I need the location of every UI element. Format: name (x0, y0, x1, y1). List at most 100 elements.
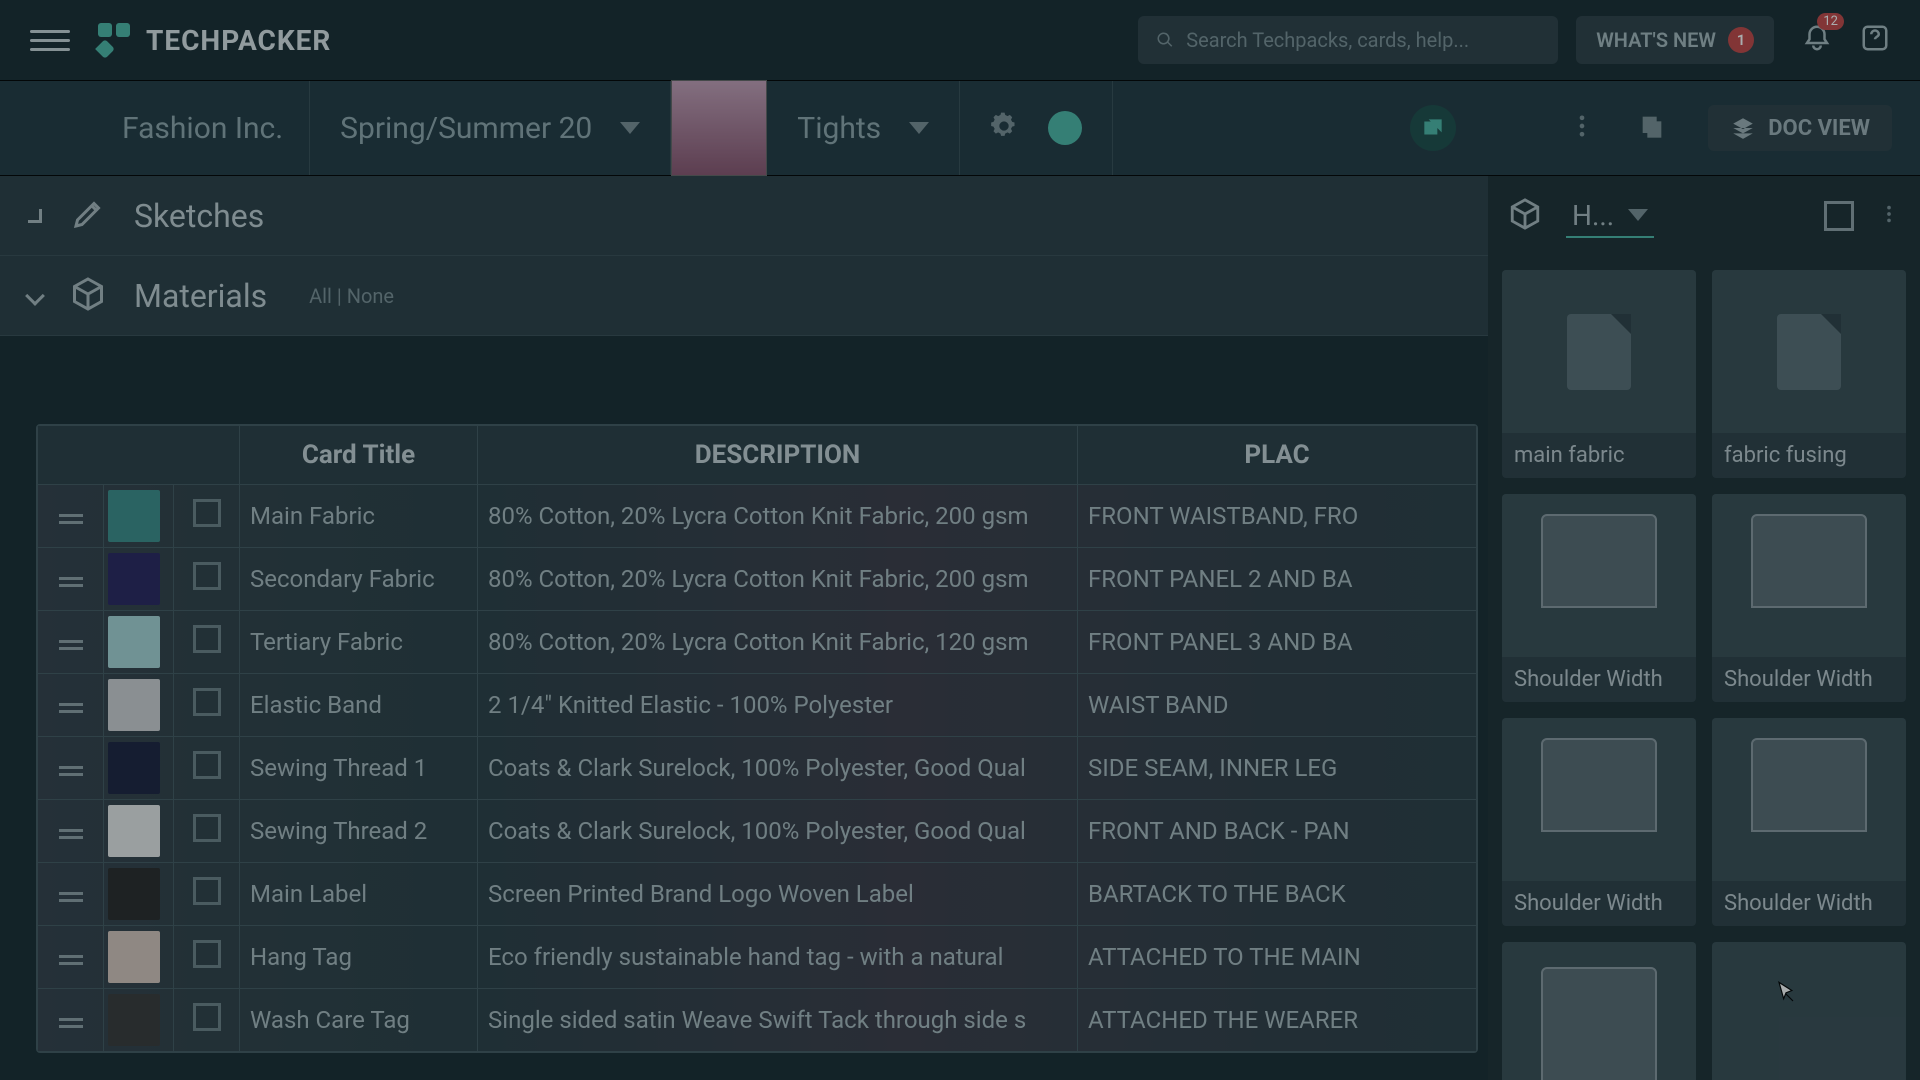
row-checkbox[interactable] (174, 800, 240, 863)
gear-icon (990, 112, 1018, 140)
cell-title: Sewing Thread 2 (240, 800, 478, 863)
chevron-down-icon (909, 122, 929, 134)
panel-card[interactable]: Shoulder Width (1712, 494, 1906, 702)
row-checkbox[interactable] (174, 926, 240, 989)
cell-placement: FRONT WAISTBAND, FRO (1078, 485, 1477, 548)
panel-card[interactable]: Shoulder Width (1502, 718, 1696, 926)
table-row[interactable]: Tertiary Fabric80% Cotton, 20% Lycra Cot… (38, 611, 1477, 674)
cell-description: Eco friendly sustainable hand tag - with… (478, 926, 1078, 989)
top-header: TECHPACKER Search Techpacks, cards, help… (0, 0, 1920, 80)
filter-button[interactable] (1498, 112, 1526, 144)
doc-view-button[interactable]: DOC VIEW (1708, 105, 1892, 151)
panel-grid-toggle[interactable] (1824, 201, 1854, 231)
section-title: Materials (134, 277, 267, 315)
panel-card[interactable]: main fabric (1502, 270, 1696, 478)
drag-handle-icon[interactable] (38, 926, 104, 989)
drag-handle-icon[interactable] (38, 989, 104, 1052)
table-row[interactable]: Elastic Band2 1/4" Knitted Elastic - 100… (38, 674, 1477, 737)
swatch-cell (104, 485, 174, 548)
drag-handle-icon[interactable] (38, 863, 104, 926)
chevron-down-icon (1628, 209, 1648, 221)
cell-description: 2 1/4" Knitted Elastic - 100% Polyester (478, 674, 1078, 737)
drag-handle-icon[interactable] (38, 611, 104, 674)
table-row[interactable]: Hang TagEco friendly sustainable hand ta… (38, 926, 1477, 989)
table-row[interactable]: Secondary Fabric80% Cotton, 20% Lycra Co… (38, 548, 1477, 611)
swatch-cell (104, 800, 174, 863)
cell-description: Single sided satin Weave Swift Tack thro… (478, 989, 1078, 1052)
cell-description: 80% Cotton, 20% Lycra Cotton Knit Fabric… (478, 611, 1078, 674)
card-label: fabric fusing (1712, 433, 1906, 478)
row-checkbox[interactable] (174, 485, 240, 548)
row-checkbox[interactable] (174, 737, 240, 800)
product-thumbnail[interactable] (671, 80, 767, 176)
cell-description: 80% Cotton, 20% Lycra Cotton Knit Fabric… (478, 485, 1078, 548)
drag-handle-icon[interactable] (38, 548, 104, 611)
settings-button[interactable] (990, 112, 1018, 144)
cell-placement: FRONT PANEL 2 AND BA (1078, 548, 1477, 611)
cell-title: Sewing Thread 1 (240, 737, 478, 800)
panel-card[interactable]: Shoulder Width (1712, 718, 1906, 926)
panel-filter-button[interactable] (1774, 201, 1800, 231)
panel-card[interactable] (1502, 942, 1696, 1080)
table-row[interactable]: Main LabelScreen Printed Brand Logo Wove… (38, 863, 1477, 926)
table-row[interactable]: Wash Care TagSingle sided satin Weave Sw… (38, 989, 1477, 1052)
swatch-cell (104, 926, 174, 989)
table-row[interactable]: Main Fabric80% Cotton, 20% Lycra Cotton … (38, 485, 1477, 548)
cell-title: Wash Care Tag (240, 989, 478, 1052)
panel-more-button[interactable] (1878, 203, 1900, 229)
cards-view-button[interactable] (1410, 105, 1456, 151)
row-checkbox[interactable] (174, 989, 240, 1052)
panel-card[interactable]: fabric fusing (1712, 270, 1906, 478)
row-checkbox[interactable] (174, 674, 240, 737)
row-checkbox[interactable] (174, 863, 240, 926)
user-avatar[interactable] (1048, 111, 1082, 145)
cursor-pointer-icon (1772, 980, 1800, 1008)
cell-title: Hang Tag (240, 926, 478, 989)
search-input[interactable]: Search Techpacks, cards, help... (1138, 16, 1558, 64)
swatch-cell (104, 737, 174, 800)
hamburger-menu-icon[interactable] (30, 20, 70, 60)
panel-card[interactable] (1712, 942, 1906, 1080)
select-all-none[interactable]: All | None (309, 284, 394, 308)
col-card-title: Card Title (240, 426, 478, 485)
help-icon (1860, 23, 1890, 53)
table-row[interactable]: Sewing Thread 2Coats & Clark Surelock, 1… (38, 800, 1477, 863)
drag-handle-icon[interactable] (38, 737, 104, 800)
swatch-cell (104, 989, 174, 1052)
product-select[interactable]: Tights (767, 81, 960, 175)
card-label: main fabric (1502, 433, 1696, 478)
table-row[interactable]: Sewing Thread 1Coats & Clark Surelock, 1… (38, 737, 1477, 800)
swatch-cell (104, 863, 174, 926)
row-checkbox[interactable] (174, 548, 240, 611)
panel-select[interactable]: H... (1566, 195, 1654, 238)
swatch-cell (104, 674, 174, 737)
card-image (1712, 270, 1906, 433)
cell-description: Coats & Clark Surelock, 100% Polyester, … (478, 800, 1078, 863)
card-image (1502, 494, 1696, 657)
help-button[interactable] (1860, 23, 1890, 57)
copy-icon (1638, 112, 1666, 140)
copy-button[interactable] (1638, 112, 1666, 144)
notifications-button[interactable]: 12 (1802, 23, 1832, 57)
drag-handle-icon[interactable] (38, 674, 104, 737)
cell-title: Elastic Band (240, 674, 478, 737)
filter-icon (1774, 201, 1800, 227)
document-icon (1567, 314, 1631, 390)
document-icon (1777, 314, 1841, 390)
cell-title: Main Fabric (240, 485, 478, 548)
notifications-badge: 12 (1817, 13, 1844, 30)
row-checkbox[interactable] (174, 611, 240, 674)
cell-title: Main Label (240, 863, 478, 926)
card-image (1502, 718, 1696, 881)
card-image (1712, 494, 1906, 657)
search-placeholder: Search Techpacks, cards, help... (1186, 28, 1469, 52)
panel-select-label: H... (1572, 199, 1614, 232)
more-button[interactable] (1568, 112, 1596, 144)
drag-handle-icon[interactable] (38, 485, 104, 548)
breadcrumb-company[interactable]: Fashion Inc. (96, 81, 310, 175)
season-select[interactable]: Spring/Summer 20 (310, 81, 671, 175)
cell-placement: ATTACHED THE WEARER (1078, 989, 1477, 1052)
drag-handle-icon[interactable] (38, 800, 104, 863)
whats-new-button[interactable]: WHAT'S NEW 1 (1576, 16, 1774, 64)
panel-card[interactable]: Shoulder Width (1502, 494, 1696, 702)
